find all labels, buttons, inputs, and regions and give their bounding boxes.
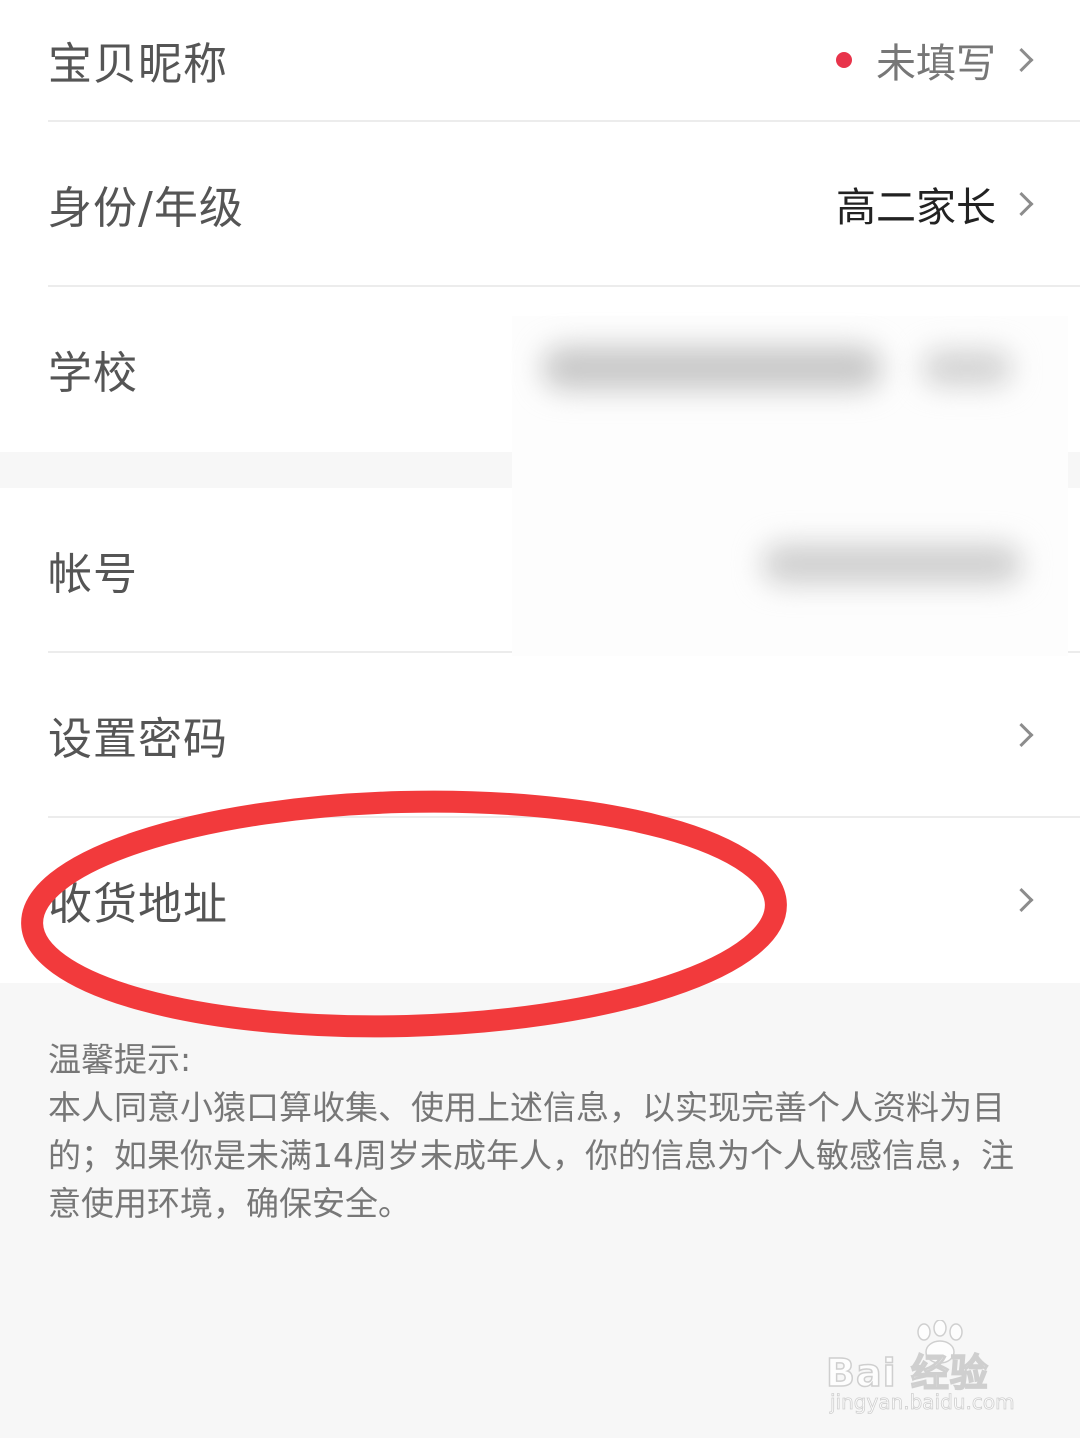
row-identity-grade[interactable]: 身份/年级 高二家长 xyxy=(0,122,1080,286)
row-label-baby-nickname: 宝贝昵称 xyxy=(48,39,228,90)
row-label-school: 学校 xyxy=(48,348,138,399)
watermark-brand: Bai 经验 xyxy=(825,1350,989,1396)
baby-nickname-value: 未填写 xyxy=(876,41,996,87)
tips-title: 温馨提示: xyxy=(48,1040,192,1079)
privacy-tips: 温馨提示: 本人同意小猿口算收集、使用上述信息，以实现完善个人资料为目的；如果你… xyxy=(48,1036,1038,1228)
chevron-right-icon xyxy=(1009,722,1034,748)
chevron-right-icon xyxy=(1009,191,1034,217)
privacy-blur-overlay xyxy=(512,316,1068,656)
row-label-identity-grade: 身份/年级 xyxy=(48,183,244,234)
identity-grade-value: 高二家长 xyxy=(836,185,996,231)
tips-body: 本人同意小猿口算收集、使用上述信息，以实现完善个人资料为目的；如果你是未满14周… xyxy=(48,1088,1014,1223)
watermark-url: jingyan.baidu.com xyxy=(830,1390,1015,1415)
row-shipping-address[interactable]: 收货地址 xyxy=(0,818,1080,982)
row-label-set-password: 设置密码 xyxy=(48,714,228,765)
chevron-right-icon xyxy=(1009,887,1034,913)
baidu-jingyan-watermark: Bai 经验 jingyan.baidu.com xyxy=(825,1320,1026,1420)
row-baby-nickname[interactable]: 宝贝昵称 未填写 xyxy=(0,0,1080,120)
unfilled-dot-icon xyxy=(836,52,852,68)
row-label-shipping-address: 收货地址 xyxy=(48,879,228,930)
row-label-account: 帐号 xyxy=(48,549,138,600)
row-set-password[interactable]: 设置密码 xyxy=(0,653,1080,817)
chevron-right-icon xyxy=(1009,47,1034,73)
